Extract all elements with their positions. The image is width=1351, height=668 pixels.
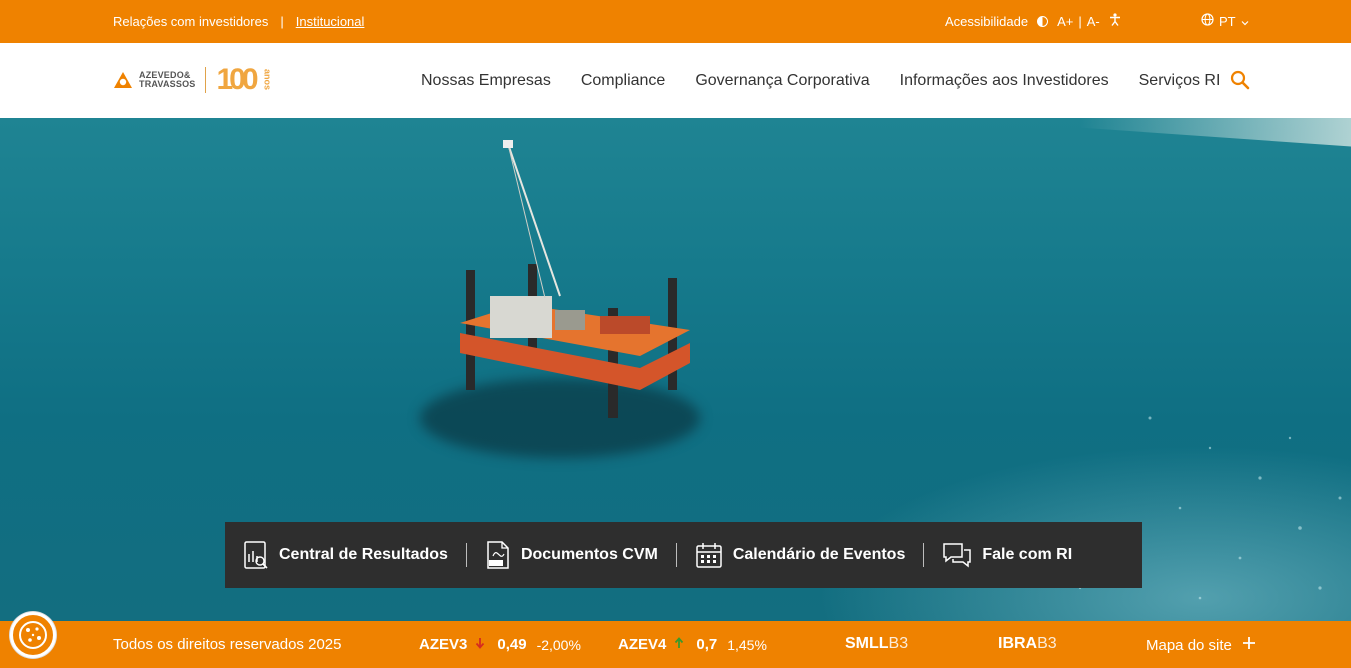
menu-item-servicos-ri[interactable]: Serviços RI	[1139, 72, 1221, 90]
main-header: AZEVEDO& TRAVASSOS 100 anos Nossas Empre…	[0, 43, 1351, 118]
quick-link-label: Central de Resultados	[279, 546, 448, 563]
search-icon[interactable]	[1230, 70, 1250, 90]
index-name: IBRA	[998, 635, 1038, 652]
quick-link-central-resultados[interactable]: Central de Resultados	[225, 541, 466, 569]
results-report-icon	[244, 541, 268, 569]
stock-price: 0,49	[497, 636, 527, 653]
stock-quote-azev3[interactable]: AZEV3 0,49 -2,00%	[419, 636, 581, 653]
arrow-down-icon	[475, 636, 485, 653]
accessibility-person-icon[interactable]	[1109, 13, 1121, 29]
contrast-icon[interactable]	[1037, 15, 1049, 27]
cookie-settings-button[interactable]	[10, 612, 56, 658]
quick-links-bar: Central de Resultados Documentos CVM Cal…	[225, 522, 1142, 588]
menu-item-governanca-corporativa[interactable]: Governança Corporativa	[695, 72, 869, 90]
menu-item-compliance[interactable]: Compliance	[581, 72, 665, 90]
stock-change: -2,00%	[536, 636, 581, 653]
logo-anos-label: anos	[262, 69, 273, 91]
quick-link-label: Documentos CVM	[520, 546, 658, 563]
quick-link-label: Calendário de Eventos	[732, 546, 906, 563]
quick-link-fale-com-ri[interactable]: Fale com RI	[924, 543, 1090, 568]
institutional-link[interactable]: Institucional	[296, 14, 365, 29]
index-suffix: B3	[888, 635, 909, 652]
rights-text: Todos os direitos reservados 2025	[113, 636, 342, 653]
logo-divider	[205, 67, 207, 93]
index-suffix: B3	[1037, 635, 1057, 652]
stock-price: 0,7	[696, 636, 718, 653]
logo-100-years: 100	[216, 63, 258, 96]
quick-link-documentos-cvm[interactable]: Documentos CVM	[467, 541, 676, 569]
sitemap-toggle[interactable]: Mapa do site	[1146, 636, 1256, 654]
quick-link-label: Fale com RI	[982, 546, 1073, 563]
top-utility-bar: Relações com investidores | Instituciona…	[0, 0, 1351, 43]
logo-wordmark: AZEVEDO& TRAVASSOS	[139, 71, 195, 89]
chat-bubbles-icon	[943, 543, 972, 568]
footer-bar: Todos os direitos reservados 2025 AZEV3 …	[0, 621, 1351, 668]
stock-ticker: AZEV4	[618, 636, 667, 653]
menu-item-informacoes-investidores[interactable]: Informações aos Investidores	[900, 72, 1109, 90]
logo-mark-icon	[113, 71, 133, 89]
quick-link-calendario-eventos[interactable]: Calendário de Eventos	[677, 543, 924, 568]
top-links: Relações com investidores | Instituciona…	[113, 14, 364, 29]
index-ibra-b3: IBRAB3	[998, 635, 1057, 653]
stock-quote-azev4[interactable]: AZEV4 0,7 1,45%	[618, 636, 767, 653]
logo-wordmark-line2: TRAVASSOS	[139, 79, 196, 89]
pdf-document-icon	[487, 541, 509, 569]
plus-icon	[1242, 636, 1256, 654]
stock-change: 1,45%	[727, 636, 767, 653]
language-selector[interactable]: PT	[1201, 13, 1249, 29]
index-name: SMLL	[845, 635, 889, 652]
accessibility-label: Acessibilidade	[945, 13, 1029, 29]
investor-relations-link[interactable]: Relações com investidores	[113, 14, 268, 29]
stock-ticker: AZEV3	[419, 636, 468, 653]
cookie-icon	[19, 621, 47, 649]
accessibility-controls: Acessibilidade A+ | A-	[945, 13, 1121, 29]
font-decrease-button[interactable]: A-	[1087, 14, 1100, 29]
company-logo[interactable]: AZEVEDO& TRAVASSOS 100 anos	[113, 65, 273, 95]
main-menu: Nossas Empresas Compliance Governança Co…	[421, 72, 1220, 90]
font-increase-button[interactable]: A+	[1057, 14, 1073, 29]
top-links-separator: |	[280, 14, 284, 29]
calendar-icon	[696, 543, 722, 568]
globe-icon	[1201, 13, 1214, 29]
font-size-separator: |	[1078, 13, 1082, 29]
arrow-up-icon	[674, 636, 684, 653]
index-smll-b3: SMLLB3	[845, 635, 908, 653]
menu-item-nossas-empresas[interactable]: Nossas Empresas	[421, 72, 551, 90]
chevron-down-icon	[1241, 14, 1249, 29]
language-label: PT	[1219, 13, 1236, 29]
sitemap-label: Mapa do site	[1146, 636, 1232, 654]
rights-text-wrap: Todos os direitos reservados 2025	[113, 636, 341, 653]
